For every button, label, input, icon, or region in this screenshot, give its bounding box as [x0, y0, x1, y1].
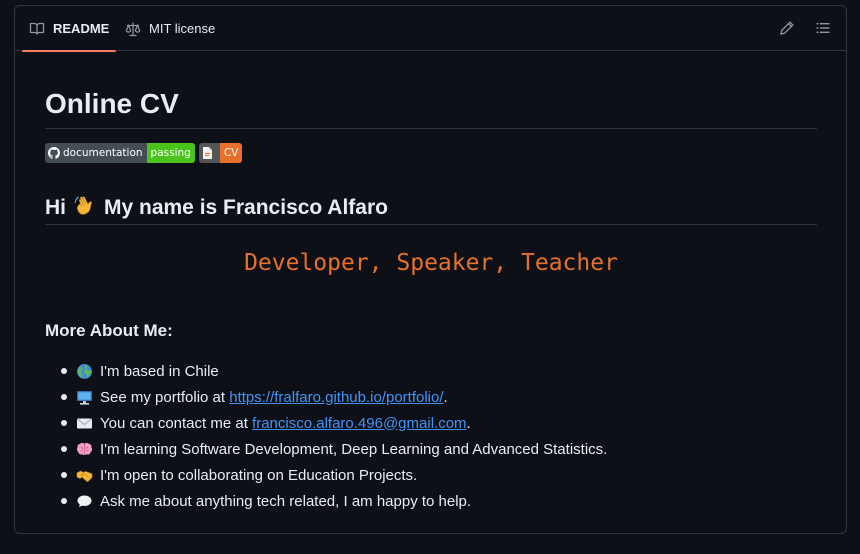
portfolio-prefix: See my portfolio at — [100, 388, 230, 406]
list-item-collaborating: I'm open to collaborating on Education P… — [45, 462, 607, 488]
greeting-name: My name is Francisco Alfaro — [104, 196, 388, 219]
greeting-prefix: Hi — [45, 196, 66, 219]
badges-row: documentation passing CV — [45, 143, 243, 163]
cv-badge-left — [198, 143, 220, 163]
list-item-ask: Ask me about anything tech related, I am… — [45, 488, 607, 514]
tab-readme[interactable]: README — [21, 6, 117, 52]
portfolio-link[interactable]: https://fralfaro.github.io/portfolio/ — [229, 389, 443, 406]
documentation-badge-status: passing — [146, 143, 195, 163]
pencil-icon — [780, 21, 794, 35]
greeting-heading: Hi My name is Francisco Alfaro — [45, 194, 388, 222]
documentation-badge-left: documentation — [45, 143, 147, 163]
learning-text: I'm learning Software Development, Deep … — [100, 440, 608, 458]
greeting-divider — [45, 224, 817, 225]
about-list: I'm based in Chile See my portfolio at h… — [45, 358, 607, 514]
list-item-learning: I'm learning Software Development, Deep … — [45, 436, 607, 462]
about-heading: More About Me: — [45, 321, 173, 340]
email-link[interactable]: francisco.alfaro.496@gmail.com — [252, 415, 466, 432]
cv-badge[interactable]: CV — [198, 143, 243, 163]
contact-suffix: . — [466, 414, 471, 432]
contact-prefix: You can contact me at — [100, 414, 253, 432]
handshake-icon — [76, 470, 93, 482]
portfolio-suffix: . — [443, 388, 448, 406]
scale-icon — [125, 22, 141, 36]
readme-panel: README MIT license Online CV documentati… — [14, 5, 847, 534]
globe-icon — [77, 363, 92, 379]
collaborating-text: I'm open to collaborating on Education P… — [100, 466, 418, 484]
waving-hand-icon — [74, 194, 96, 222]
ask-text: Ask me about anything tech related, I am… — [100, 492, 472, 510]
book-icon — [29, 22, 45, 35]
list-icon — [816, 23, 830, 33]
brain-icon — [76, 442, 93, 455]
github-icon — [48, 147, 60, 159]
envelope-icon — [76, 418, 93, 428]
documentation-badge-label: documentation — [63, 147, 143, 159]
documentation-badge[interactable]: documentation passing — [45, 143, 195, 163]
location-text: I'm based in Chile — [100, 362, 219, 380]
edit-button[interactable] — [777, 18, 797, 38]
title-divider — [45, 128, 817, 129]
list-item-portfolio: See my portfolio at https://fralfaro.git… — [45, 384, 607, 410]
speech-bubble-icon — [77, 495, 92, 507]
typing-banner: Developer, Speaker, Teacher — [244, 250, 618, 276]
list-item-location: I'm based in Chile — [45, 358, 607, 384]
tab-license-label: MIT license — [149, 21, 216, 36]
cv-badge-label: CV — [219, 143, 243, 163]
tab-license[interactable]: MIT license — [125, 6, 215, 51]
readme-tabbar: README MIT license — [15, 6, 846, 52]
document-icon — [202, 147, 212, 159]
page-title: Online CV — [45, 88, 179, 119]
computer-icon — [77, 390, 92, 405]
outline-button[interactable] — [813, 18, 833, 38]
list-item-contact: You can contact me at francisco.alfaro.4… — [45, 410, 607, 436]
tab-readme-label: README — [53, 21, 110, 36]
